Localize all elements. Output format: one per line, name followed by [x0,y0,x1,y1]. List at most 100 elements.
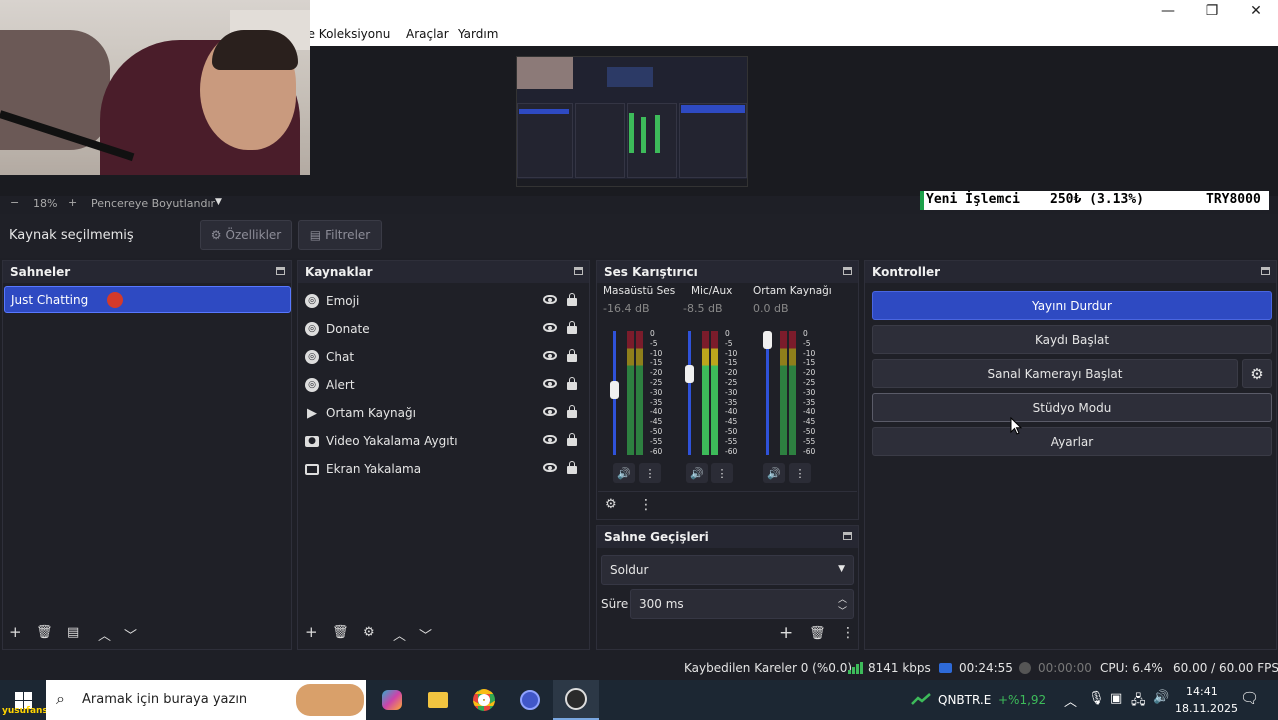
eye-icon[interactable] [543,407,557,416]
volume-fader[interactable] [766,331,769,455]
source-item[interactable]: ◎ Donate [305,315,585,343]
settings-button[interactable]: Ayarlar [872,427,1272,456]
lock-icon[interactable] [567,461,577,474]
undock-icon[interactable] [843,532,852,540]
db-scale-label: -60 [803,446,816,456]
eye-icon[interactable] [543,463,557,472]
preview-canvas[interactable] [516,56,748,187]
undock-icon[interactable] [574,267,583,275]
properties-button[interactable]: ⚙ Özellikler [200,220,292,250]
eye-icon[interactable] [543,295,557,304]
start-recording-button[interactable]: Kaydı Başlat [872,325,1272,354]
eye-icon[interactable] [543,323,557,332]
source-label: Chat [326,350,355,364]
advanced-audio-gear-icon[interactable]: ⚙ [605,497,617,512]
more-options-icon[interactable]: ⋮ [789,463,811,483]
move-up-button[interactable]: ︿ [98,625,111,644]
chevron-up-icon[interactable]: ︿ [1064,691,1077,710]
fit-to-window-dropdown[interactable]: Pencereye Boyutlandır [91,197,215,210]
meet-now-icon[interactable]: ▣ [1110,691,1122,706]
filter-icon[interactable]: ▤ [67,625,79,640]
menu-tools[interactable]: Araçlar [406,27,449,41]
volume-fader[interactable] [688,331,691,455]
undock-icon[interactable] [843,267,852,275]
zoom-out-button[interactable]: − [10,196,19,209]
add-source-button[interactable]: + [305,623,318,641]
source-label: Alert [326,378,355,392]
eye-icon[interactable] [543,351,557,360]
obs-icon[interactable] [553,680,599,720]
undock-icon[interactable] [276,267,285,275]
transition-select[interactable]: Soldur ▼ [601,555,854,585]
eye-icon[interactable] [543,379,557,388]
studio-mode-button[interactable]: Stüdyo Modu [872,393,1272,422]
move-down-button[interactable]: ﹀ [124,625,137,644]
source-item[interactable]: ● Video Yakalama Aygıtı [305,427,585,455]
source-item[interactable]: Ekran Yakalama [305,455,585,483]
lock-icon[interactable] [567,293,577,306]
source-item[interactable]: ▶ Ortam Kaynağı [305,399,585,427]
lock-icon[interactable] [567,405,577,418]
lock-icon[interactable] [567,349,577,362]
more-options-icon[interactable]: ⋮ [711,463,733,483]
restore-button[interactable]: ❐ [1190,0,1234,22]
eye-icon[interactable] [543,435,557,444]
menu-scene-collection[interactable]: ne Koleksiyonu [300,27,390,41]
filters-button[interactable]: ▤ Filtreler [298,220,382,250]
close-button[interactable]: ✕ [1234,0,1278,22]
volume-icon[interactable]: 🔊 [1153,690,1169,705]
transitions-title: Sahne Geçişleri [604,530,709,544]
speaker-icon[interactable]: 🔊 [613,463,635,483]
network-icon[interactable]: 🖧 [1131,691,1146,713]
lock-icon[interactable] [567,321,577,334]
undock-icon[interactable] [1261,267,1270,275]
minimize-button[interactable]: — [1146,0,1190,22]
chrome-icon[interactable] [461,680,507,720]
start-virtual-camera-button[interactable]: Sanal Kamerayı Başlat [872,359,1238,388]
add-scene-button[interactable]: + [9,623,22,641]
zoom-in-button[interactable]: + [68,196,77,209]
clock-date[interactable]: 18.11.2025 [1175,702,1238,715]
clock-time[interactable]: 14:41 [1186,685,1218,698]
stock-symbol[interactable]: QNBTR.E [938,693,991,707]
sources-header: Kaynaklar [298,261,589,283]
trash-icon[interactable]: 🗑 [332,625,349,640]
taskbar-search[interactable]: ⌕ Aramak için buraya yazın [46,680,366,720]
app-icon[interactable] [507,680,553,720]
file-explorer-icon[interactable] [415,680,461,720]
source-item[interactable]: ◎ Alert [305,371,585,399]
db-scale-label: -30 [650,387,663,397]
fader-handle[interactable] [610,381,619,399]
notification-icon[interactable]: 🗨 [1240,689,1259,707]
virtual-camera-gear-icon[interactable]: ⚙ [1242,359,1272,388]
fader-handle[interactable] [685,365,694,383]
level-meter [627,331,634,455]
more-options-icon[interactable]: ⋮ [639,497,653,513]
lock-icon[interactable] [567,433,577,446]
gear-icon[interactable]: ⚙ [363,625,375,640]
chevron-down-icon[interactable]: ▼ [215,197,222,207]
add-transition-button[interactable]: + [779,623,793,643]
source-item[interactable]: ◎ Emoji [305,287,585,315]
db-scale-label: -20 [725,368,738,378]
db-scale-label: -30 [725,387,738,397]
trash-icon[interactable]: 🗑 [809,626,826,641]
lock-icon[interactable] [567,377,577,390]
copilot-icon[interactable] [369,680,415,720]
speaker-icon[interactable]: 🔊 [686,463,708,483]
fader-handle[interactable] [763,331,772,349]
more-options-icon[interactable]: ⋮ [841,625,855,641]
chevron-down-icon[interactable]: ﹀ [838,604,847,617]
move-down-button[interactable]: ﹀ [419,625,432,644]
move-up-button[interactable]: ︿ [393,625,406,644]
speaker-icon[interactable]: 🔊 [763,463,785,483]
stop-stream-button[interactable]: Yayını Durdur [872,291,1272,320]
microphone-icon[interactable]: 🎙 [1088,691,1105,706]
trash-icon[interactable]: 🗑 [36,625,53,640]
scene-item-just-chatting[interactable]: Just Chatting [4,286,291,313]
source-item[interactable]: ◎ Chat [305,343,585,371]
more-options-icon[interactable]: ⋮ [639,463,661,483]
menu-help[interactable]: Yardım [458,27,498,41]
duration-input[interactable]: 300 ms ︿ ﹀ [630,589,854,619]
controls-title: Kontroller [872,265,941,279]
